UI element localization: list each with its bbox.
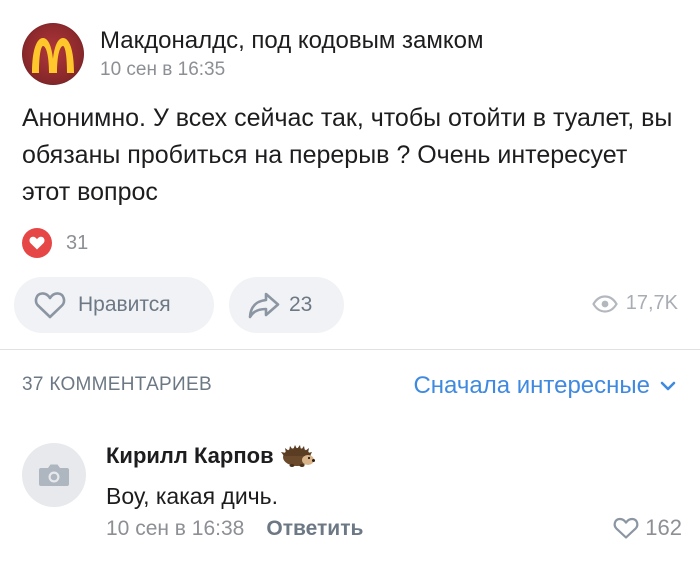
- post-time: 10 сен в 16:35: [100, 59, 226, 80]
- comment: Кирилл Карпов Воу, какая дичь. 10 сен в …: [22, 443, 682, 553]
- divider: [0, 349, 700, 350]
- group-info: Макдоналдс, под кодовым замком 10 сен в …: [100, 26, 483, 82]
- share-button[interactable]: 23: [229, 277, 344, 333]
- post-header: Макдоналдс, под кодовым замком 10 сен в …: [22, 22, 483, 86]
- comment-avatar[interactable]: [22, 443, 86, 507]
- reactions-count: 31: [66, 231, 89, 254]
- comment-time: 10 сен в 16:38: [106, 517, 245, 540]
- comment-author-row: Кирилл Карпов: [106, 443, 316, 469]
- comments-sort-dropdown[interactable]: Сначала интересные: [413, 372, 676, 400]
- views-counter: 17,7K: [591, 292, 678, 315]
- mcdonalds-logo-icon: [32, 38, 74, 73]
- reaction-row[interactable]: 31: [22, 228, 88, 258]
- group-avatar[interactable]: [22, 23, 84, 85]
- chevron-down-icon: [660, 381, 676, 391]
- like-button[interactable]: Нравится: [14, 277, 214, 333]
- comment-like-button[interactable]: 162: [613, 515, 682, 541]
- post-text: Анонимно. У всех сейчас так, чтобы отойт…: [22, 104, 673, 206]
- comments-count-header: 37 КОММЕНТАРИЕВ: [22, 374, 212, 395]
- reply-button[interactable]: Ответить: [266, 517, 363, 541]
- heart-outline-icon: [34, 292, 66, 319]
- like-label: Нравится: [78, 293, 171, 316]
- comment-like-count: 162: [645, 515, 682, 540]
- heart-icon: [22, 228, 52, 258]
- share-arrow-icon: [248, 292, 280, 319]
- views-count: 17,7K: [625, 292, 678, 314]
- comment-author[interactable]: Кирилл Карпов: [106, 443, 274, 469]
- hedgehog-icon: [280, 445, 315, 467]
- eye-icon: [591, 294, 618, 313]
- sort-label: Сначала интересные: [413, 372, 650, 399]
- comment-meta: 10 сен в 16:38 Ответить: [106, 517, 363, 541]
- comment-text: Воу, какая дичь.: [106, 483, 279, 509]
- group-name[interactable]: Макдоналдс, под кодовым замком: [100, 26, 483, 56]
- camera-icon: [39, 464, 69, 486]
- share-count: 23: [289, 293, 313, 316]
- heart-outline-icon: [613, 517, 639, 539]
